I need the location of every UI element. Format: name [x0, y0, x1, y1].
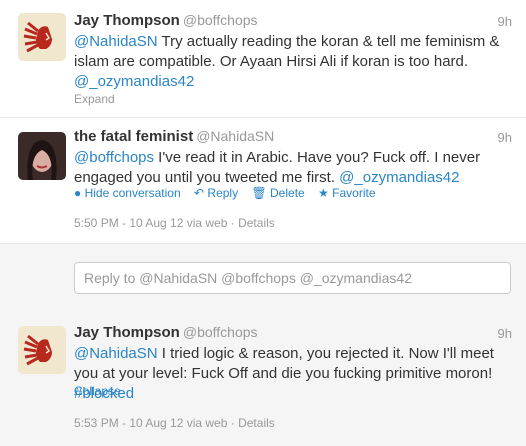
- tweet-time[interactable]: 9h: [498, 14, 512, 29]
- tweet-header: the fatal feminist @NahidaSN: [74, 128, 274, 145]
- reply-button[interactable]: ↶ Reply: [194, 186, 238, 200]
- author-name[interactable]: Jay Thompson: [74, 324, 180, 341]
- tweet-text: @boffchops I've read it in Arabic. Have …: [74, 148, 514, 188]
- avatar[interactable]: [18, 132, 66, 180]
- mention-link[interactable]: @_ozymandias42: [339, 169, 459, 186]
- tweet-header: Jay Thompson @boffchops: [74, 324, 258, 341]
- reply-arrow-icon: ↶: [194, 186, 205, 200]
- author-name[interactable]: the fatal feminist: [74, 128, 193, 145]
- headdress-avatar-image: [18, 13, 66, 61]
- tweet-item[interactable]: the fatal feminist @NahidaSN 9h @boffchop…: [0, 118, 526, 244]
- mention-link[interactable]: @boffchops: [74, 149, 154, 166]
- tweet-item[interactable]: Jay Thompson @boffchops 9h @NahidaSN Try …: [0, 0, 526, 118]
- tweet-actions: ● Hide conversation ↶ Reply 🗑 Delete ★ F…: [74, 186, 386, 200]
- mention-link[interactable]: @NahidaSN: [74, 33, 158, 50]
- author-handle[interactable]: @boffchops: [183, 324, 258, 340]
- mention-link[interactable]: @_ozymandias42: [74, 73, 194, 90]
- tweet-meta[interactable]: 5:50 PM - 10 Aug 12 via web · Details: [74, 216, 275, 230]
- star-icon: ★: [318, 186, 329, 200]
- mention-link[interactable]: @NahidaSN: [74, 345, 158, 362]
- tweet-header: Jay Thompson @boffchops: [74, 12, 258, 29]
- tweet-text: @NahidaSN I tried logic & reason, you re…: [74, 344, 514, 404]
- delete-button[interactable]: 🗑 Delete: [251, 186, 304, 200]
- favorite-button[interactable]: ★ Favorite: [318, 186, 375, 200]
- collapse-link[interactable]: Collapse: [74, 384, 121, 398]
- tweet-time[interactable]: 9h: [498, 130, 512, 145]
- profile-photo-avatar-image: [18, 132, 66, 180]
- avatar[interactable]: [18, 13, 66, 61]
- tweet-time[interactable]: 9h: [498, 326, 512, 341]
- trash-icon: 🗑: [251, 186, 267, 200]
- avatar[interactable]: [18, 326, 66, 374]
- headdress-avatar-image: [18, 326, 66, 374]
- author-handle[interactable]: @NahidaSN: [196, 128, 274, 144]
- tweet-item[interactable]: Jay Thompson @boffchops 9h @NahidaSN I tr…: [0, 310, 526, 446]
- reply-input[interactable]: Reply to @NahidaSN @boffchops @_ozymandi…: [74, 262, 511, 294]
- author-name[interactable]: Jay Thompson: [74, 12, 180, 29]
- author-handle[interactable]: @boffchops: [183, 12, 258, 28]
- expand-link[interactable]: Expand: [74, 92, 115, 106]
- tweet-meta[interactable]: 5:53 PM - 10 Aug 12 via web · Details: [74, 416, 275, 430]
- hide-conversation-button[interactable]: ● Hide conversation: [74, 186, 181, 200]
- tweet-text: @NahidaSN Try actually reading the koran…: [74, 32, 514, 92]
- chat-bubble-icon: ●: [74, 186, 82, 200]
